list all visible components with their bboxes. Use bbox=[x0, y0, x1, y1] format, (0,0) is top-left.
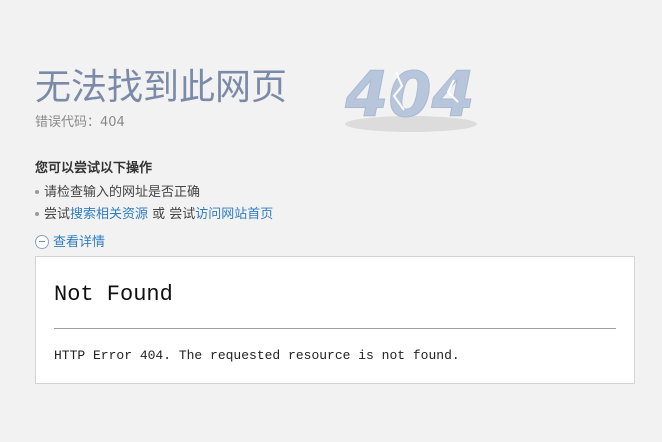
view-details-label: 查看详情 bbox=[53, 235, 106, 250]
404-graphic: 404 bbox=[344, 58, 477, 132]
bullet-icon bbox=[35, 189, 39, 194]
suggestion-or-text: 或 尝试 bbox=[148, 207, 196, 222]
visit-homepage-link[interactable]: 访问网站首页 bbox=[195, 207, 273, 222]
view-details-toggle[interactable]: 查看详情 bbox=[35, 234, 105, 252]
error-details-panel: Not Found HTTP Error 404. The requested … bbox=[35, 256, 635, 384]
graphic-digits: 404 bbox=[344, 58, 474, 131]
suggestion-try-prefix: 尝试 bbox=[44, 207, 71, 222]
page-title: 无法找到此网页 bbox=[35, 67, 288, 108]
suggestions-list: 请检查输入的网址是否正确 尝试搜索相关资源 或 尝试访问网站首页 bbox=[35, 182, 273, 226]
details-divider bbox=[54, 328, 616, 329]
collapse-icon bbox=[35, 234, 49, 249]
suggestion-search: 尝试搜索相关资源 或 尝试访问网站首页 bbox=[35, 204, 273, 226]
bullet-icon bbox=[35, 211, 39, 216]
details-message: HTTP Error 404. The requested resource i… bbox=[54, 348, 460, 363]
suggestion-check-url: 请检查输入的网址是否正确 bbox=[35, 182, 273, 204]
search-resources-link[interactable]: 搜索相关资源 bbox=[70, 207, 148, 222]
details-heading: Not Found bbox=[54, 282, 173, 307]
error-code: 错误代码：404 bbox=[35, 115, 125, 130]
suggestions-heading: 您可以尝试以下操作 bbox=[35, 161, 153, 176]
suggestion-check-url-text: 请检查输入的网址是否正确 bbox=[44, 185, 201, 200]
